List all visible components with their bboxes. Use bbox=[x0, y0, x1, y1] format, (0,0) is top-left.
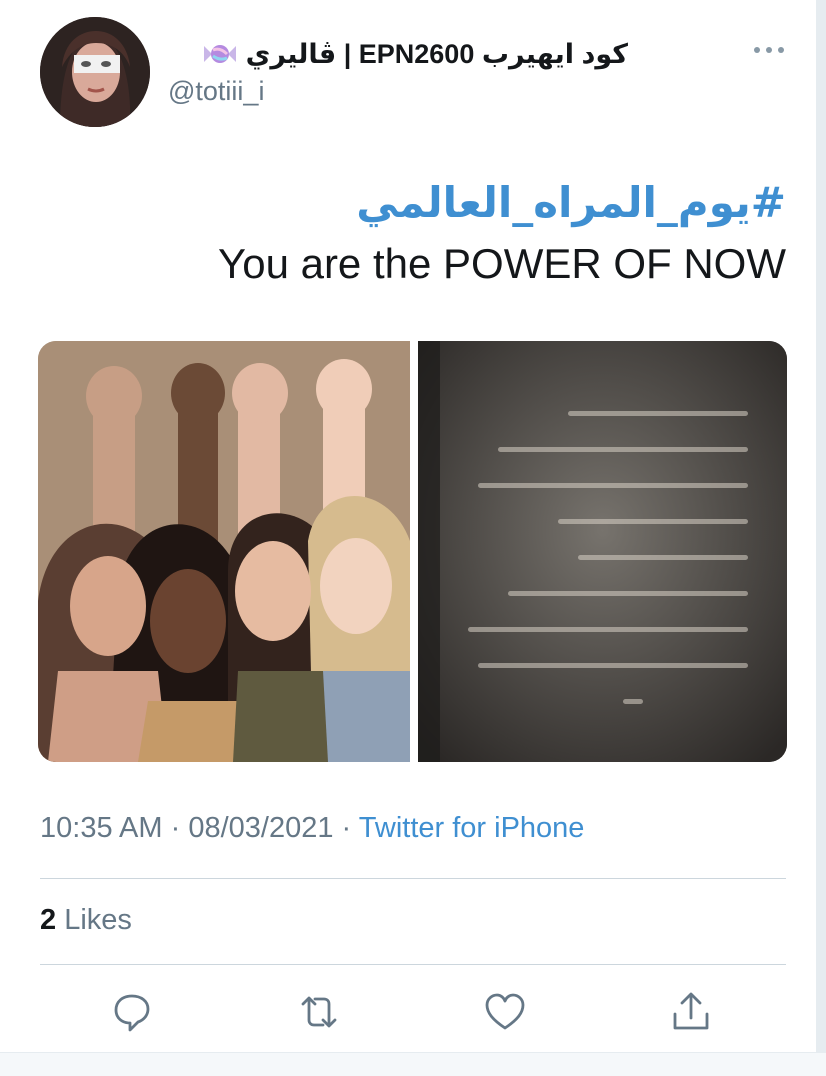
retweet-icon[interactable] bbox=[297, 990, 341, 1034]
window-edge bbox=[816, 0, 826, 1075]
avatar[interactable] bbox=[40, 17, 150, 127]
tweet-date: 08/03/2021 bbox=[188, 812, 334, 844]
display-name-row[interactable]: كود ايهيرب EPN2600 | ڤاليري bbox=[168, 34, 628, 74]
user-handle[interactable]: @totiii_i bbox=[168, 76, 264, 107]
likes-label: Likes bbox=[64, 904, 132, 936]
candy-icon bbox=[200, 41, 240, 67]
reply-icon[interactable] bbox=[110, 990, 154, 1034]
share-icon[interactable] bbox=[669, 990, 713, 1034]
divider bbox=[40, 964, 786, 965]
meta-separator: · bbox=[341, 812, 352, 844]
media-image-women-illustration[interactable] bbox=[38, 341, 410, 762]
book-text-lines bbox=[458, 411, 748, 735]
media-grid bbox=[38, 341, 787, 762]
tweet-source-link[interactable]: Twitter for iPhone bbox=[359, 812, 585, 844]
bottom-strip bbox=[0, 1052, 826, 1076]
meta-separator: · bbox=[170, 812, 181, 844]
likes-count: 2 bbox=[40, 904, 57, 936]
likes-stat[interactable]: 2 Likes bbox=[40, 904, 132, 937]
tweet-text: You are the POWER OF NOW bbox=[218, 240, 786, 287]
tweet-meta: 10:35 AM · 08/03/2021 · Twitter for iPho… bbox=[40, 812, 584, 845]
hashtag-link[interactable]: #يوم_المراه_العالمي bbox=[356, 178, 786, 227]
like-icon[interactable] bbox=[483, 990, 527, 1034]
tweet-time: 10:35 AM bbox=[40, 812, 163, 844]
divider bbox=[40, 878, 786, 879]
media-image-book-page[interactable] bbox=[418, 341, 787, 762]
display-name: كود ايهيرب EPN2600 | ڤاليري bbox=[245, 38, 628, 69]
tweet-actions bbox=[0, 990, 826, 1034]
more-icon[interactable] bbox=[752, 40, 786, 60]
